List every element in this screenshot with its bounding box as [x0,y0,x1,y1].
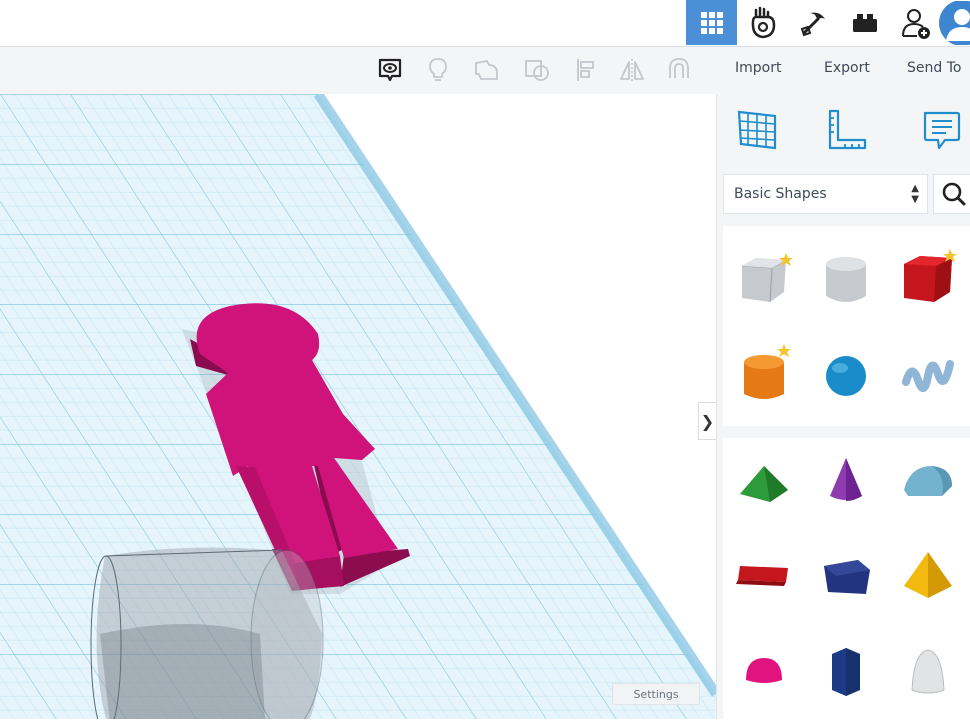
shape-tile-wedge[interactable] [805,526,887,621]
paraboloid-icon [911,648,945,693]
add-user-button[interactable] [890,0,941,45]
shape-tile-sphere[interactable] [805,326,887,421]
cone-icon [830,457,862,501]
send-to-button[interactable]: Send To [907,60,961,76]
group-icon [475,60,498,80]
magnet-button[interactable] [664,55,694,85]
mirror-icon [620,59,644,81]
shape-tile-cone[interactable] [805,430,887,525]
top-header [0,0,970,47]
shape-tile-roof[interactable] [723,430,805,525]
group-button[interactable] [472,55,502,85]
shape-tile-box[interactable] [887,230,969,325]
wedge-icon [824,559,870,594]
round-roof-icon [904,465,952,496]
export-button[interactable]: Export [824,60,870,76]
search-icon [942,182,966,206]
shape-library-select[interactable]: Basic Shapes ▲ ▼ [723,174,928,214]
polygon-icon [832,647,860,696]
editor-toolbar: Import Export Send To [0,47,970,95]
cylinder-hole-icon [826,256,866,302]
view-icon [378,58,402,82]
sphere-icon [826,355,866,396]
workplane-tab[interactable] [735,108,779,152]
cylinder-hole-shape[interactable] [90,547,324,719]
shape-tile-cylinder-hole[interactable] [805,230,887,325]
box-icon [904,248,957,302]
shape-library-label: Basic Shapes [734,186,827,202]
magnet-icon [669,58,689,78]
shape-tile-round-roof[interactable] [887,430,969,525]
pyramid-icon [904,551,952,598]
roof-icon [740,465,788,502]
brick-icon [852,13,877,32]
ruler-icon [828,109,867,150]
ruler-tab[interactable] [825,108,869,152]
pickaxe-icon [800,12,825,36]
ungroup-button[interactable] [522,55,552,85]
grid-view-icon [700,11,723,34]
shape-tile-cylinder[interactable] [723,326,805,421]
settings-button[interactable]: Settings [612,683,700,705]
scribble-icon [902,359,954,392]
shapes-panel: Basic Shapes ▲ ▼ [716,94,970,728]
grid-view-button[interactable] [686,0,737,45]
shape-grid-bottom [723,438,970,728]
half-sphere-icon [746,657,782,683]
avatar [939,0,970,45]
select-arrows-icon: ▲ ▼ [911,183,919,205]
shape-tile-polygon[interactable] [805,622,887,717]
shape-tile-paraboloid[interactable] [887,622,969,717]
user-avatar-button[interactable] [938,0,970,45]
add-user-icon [901,8,930,39]
workplane-canvas[interactable] [0,94,716,719]
shape-tile-pyramid[interactable] [887,526,969,621]
shape-tile-scribble[interactable] [887,326,969,421]
align-icon [577,59,594,81]
collapse-panel-button[interactable]: ❯ [698,402,716,440]
import-button[interactable]: Import [735,60,781,76]
notes-icon [923,111,961,150]
tinkercad-hand-button[interactable] [737,0,788,45]
view-button[interactable] [375,55,405,85]
shape-tile-half-sphere[interactable] [723,622,805,717]
shape-tile-box-hole[interactable] [723,230,805,325]
brick-button[interactable] [839,0,890,45]
ungroup-icon [525,60,549,81]
shape-grid-top [723,226,970,426]
box-hole-icon [741,252,793,302]
text-icon [736,565,788,586]
workplane-icon [737,110,777,150]
pickaxe-button[interactable] [788,0,839,45]
align-button[interactable] [571,55,601,85]
cylinder-icon [744,343,791,399]
shape-tile-text[interactable] [723,526,805,621]
tinkercad-hand-icon [751,6,775,38]
notes-tab[interactable] [919,108,963,152]
search-button[interactable] [933,174,970,214]
lightbulb-button[interactable] [423,55,453,85]
mirror-button[interactable] [617,55,647,85]
lightbulb-icon [429,58,447,81]
workplane-viewport[interactable] [0,94,716,719]
